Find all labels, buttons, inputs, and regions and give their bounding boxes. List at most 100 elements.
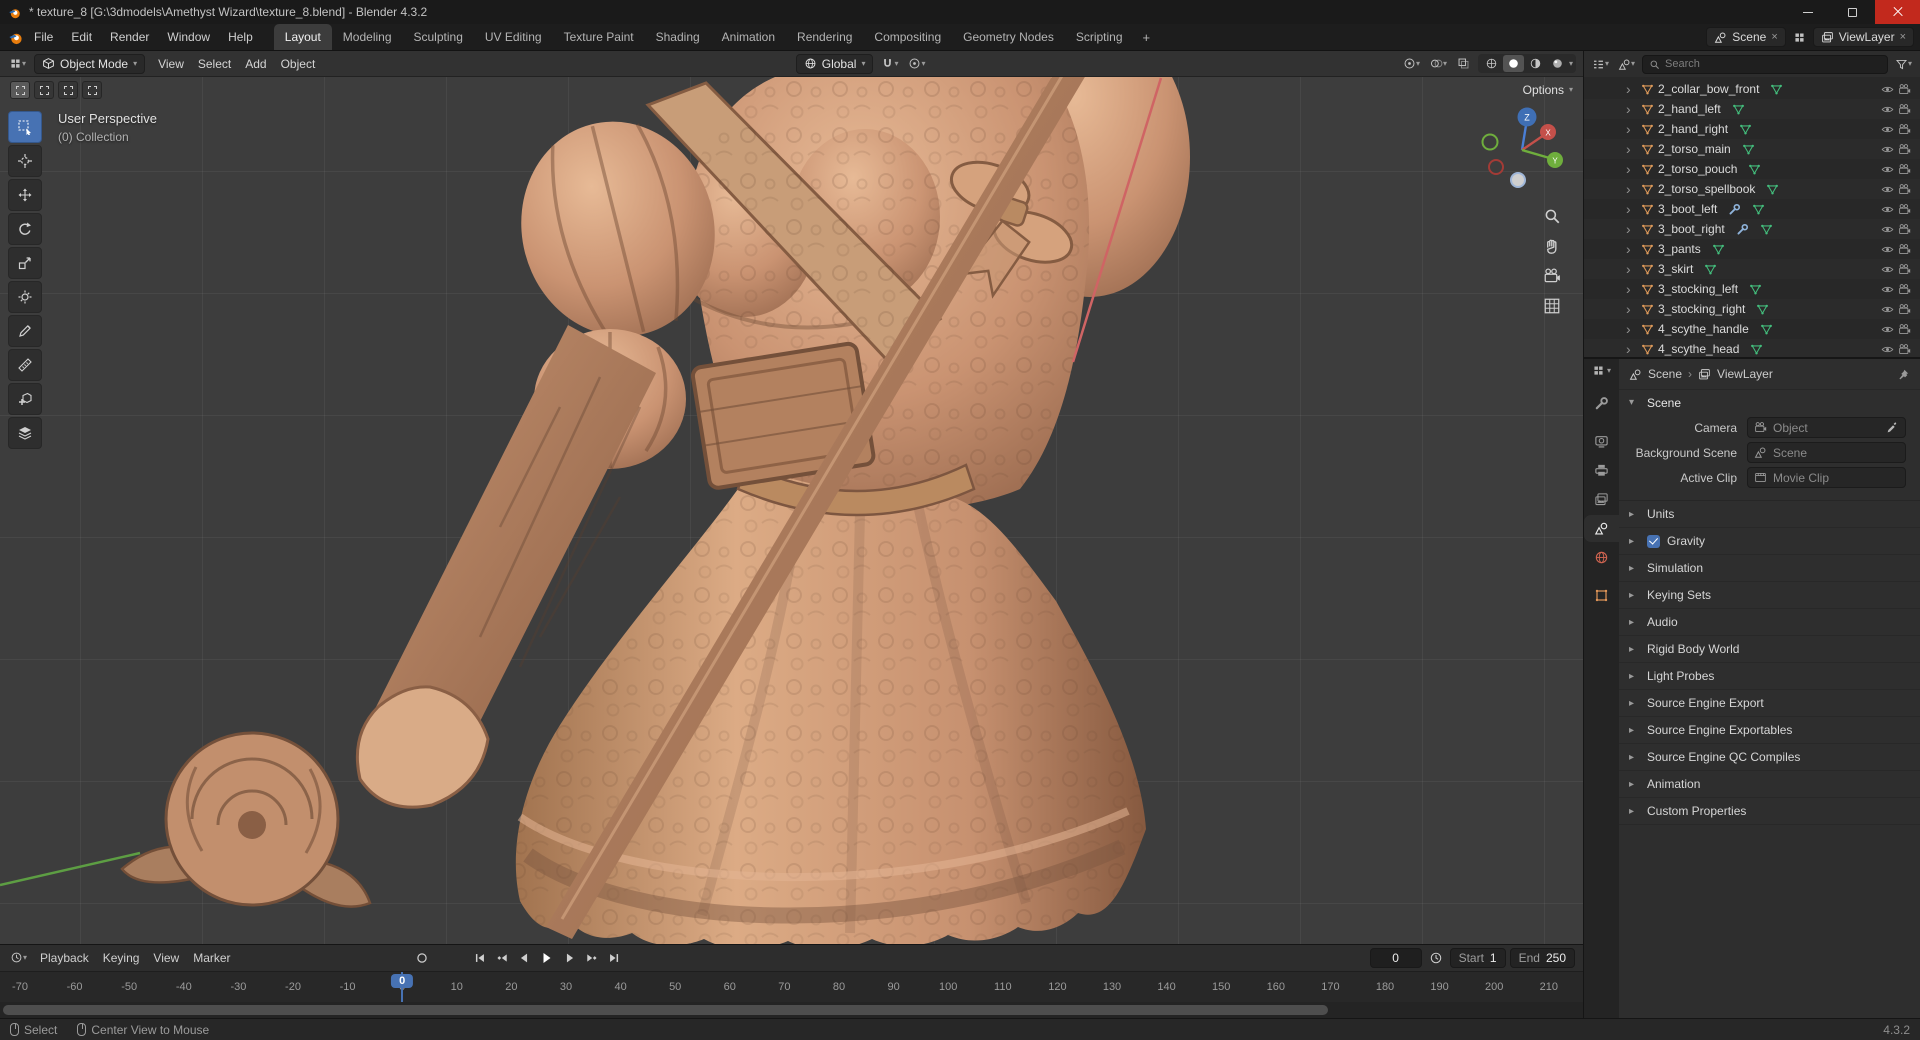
section-light-probes[interactable]: ▸ Light Probes xyxy=(1619,663,1920,690)
section-expand-icon[interactable]: ▸ xyxy=(1629,644,1640,655)
object-name[interactable]: 3_pants xyxy=(1658,242,1701,256)
disable-render-icon[interactable] xyxy=(1898,123,1911,136)
scene-selector[interactable]: Scene × xyxy=(1706,27,1785,47)
expand-chevron-icon[interactable]: › xyxy=(1626,122,1637,136)
unlink-scene-icon[interactable]: × xyxy=(1771,31,1777,43)
outliner-editor-type-icon[interactable]: ▾ xyxy=(1590,56,1611,73)
hide-eye-icon[interactable] xyxy=(1881,183,1894,196)
tool-move[interactable] xyxy=(8,179,42,211)
section-gravity[interactable]: ▸ Gravity xyxy=(1619,528,1920,555)
timeline-editor-type-icon[interactable]: ▾ xyxy=(8,949,29,966)
tool-measure[interactable] xyxy=(8,349,42,381)
remove-viewlayer-icon[interactable]: × xyxy=(1900,31,1906,43)
xray-toggle-icon[interactable] xyxy=(1455,55,1472,72)
timeline-ruler[interactable]: -70-60-50-40-30-20-100102030405060708090… xyxy=(0,971,1583,1002)
menu-edit[interactable]: Edit xyxy=(62,25,101,49)
tab-output[interactable] xyxy=(1584,457,1619,484)
workspace-tab-compositing[interactable]: Compositing xyxy=(863,24,952,50)
pan-hand-icon[interactable] xyxy=(1543,237,1561,255)
outliner-row[interactable]: › 3_skirt xyxy=(1584,259,1920,279)
expand-chevron-icon[interactable]: › xyxy=(1626,222,1637,236)
timeline-menu-marker[interactable]: Marker xyxy=(186,947,237,969)
viewport-menu-object[interactable]: Object xyxy=(274,53,323,75)
section-source-engine-export[interactable]: ▸ Source Engine Export xyxy=(1619,690,1920,717)
viewlayer-selector[interactable]: ViewLayer × xyxy=(1813,27,1914,47)
disable-render-icon[interactable] xyxy=(1898,343,1911,356)
menu-help[interactable]: Help xyxy=(219,25,262,49)
outliner-row[interactable]: › 2_hand_left xyxy=(1584,99,1920,119)
next-frame-button[interactable] xyxy=(560,948,580,968)
tab-tool[interactable] xyxy=(1584,390,1619,417)
disable-render-icon[interactable] xyxy=(1898,283,1911,296)
workspace-tab-sculpting[interactable]: Sculpting xyxy=(403,24,474,50)
shading-wireframe-button[interactable] xyxy=(1481,55,1502,72)
tab-object[interactable] xyxy=(1584,582,1619,609)
zoom-icon[interactable] xyxy=(1543,207,1561,225)
section-custom-properties[interactable]: ▸ Custom Properties xyxy=(1619,798,1920,825)
outliner-row[interactable]: › 2_collar_bow_front xyxy=(1584,79,1920,99)
expand-chevron-icon[interactable]: › xyxy=(1626,342,1637,356)
show-gizmo-icon[interactable]: ▾ xyxy=(1401,55,1422,72)
timeline-scrollbar-thumb[interactable] xyxy=(3,1005,1328,1015)
select-mode-new-button[interactable] xyxy=(10,81,30,99)
section-source-engine-exportables[interactable]: ▸ Source Engine Exportables xyxy=(1619,717,1920,744)
timeline-menu-view[interactable]: View xyxy=(146,947,186,969)
model-3d-sculpt[interactable] xyxy=(0,77,1583,944)
object-name[interactable]: 4_scythe_head xyxy=(1658,342,1739,356)
disable-render-icon[interactable] xyxy=(1898,103,1911,116)
object-name[interactable]: 2_torso_main xyxy=(1658,142,1731,156)
hide-eye-icon[interactable] xyxy=(1881,123,1894,136)
expand-chevron-icon[interactable]: › xyxy=(1626,102,1637,116)
hide-eye-icon[interactable] xyxy=(1881,323,1894,336)
section-expand-icon[interactable]: ▸ xyxy=(1629,752,1640,763)
object-name[interactable]: 3_stocking_left xyxy=(1658,282,1738,296)
auto-keying-icon[interactable] xyxy=(412,948,432,968)
menu-window[interactable]: Window xyxy=(158,25,219,49)
disable-render-icon[interactable] xyxy=(1898,263,1911,276)
section-keying-sets[interactable]: ▸ Keying Sets xyxy=(1619,582,1920,609)
pin-icon[interactable] xyxy=(1897,368,1910,381)
hide-eye-icon[interactable] xyxy=(1881,263,1894,276)
object-name[interactable]: 2_hand_right xyxy=(1658,122,1728,136)
workspace-tab-modeling[interactable]: Modeling xyxy=(332,24,403,50)
object-name[interactable]: 2_collar_bow_front xyxy=(1658,82,1759,96)
outliner-row[interactable]: › 4_scythe_handle xyxy=(1584,319,1920,339)
workspace-tab-texture-paint[interactable]: Texture Paint xyxy=(553,24,645,50)
section-expand-icon[interactable]: ▸ xyxy=(1629,671,1640,682)
object-name[interactable]: 3_stocking_right xyxy=(1658,302,1745,316)
outliner-display-mode-icon[interactable]: ▾ xyxy=(1616,56,1637,73)
workspace-tab-uv-editing[interactable]: UV Editing xyxy=(474,24,553,50)
object-name[interactable]: 2_torso_spellbook xyxy=(1658,182,1755,196)
workspace-tab-scripting[interactable]: Scripting xyxy=(1065,24,1134,50)
outliner-row[interactable]: › 3_stocking_right xyxy=(1584,299,1920,319)
outliner-search[interactable] xyxy=(1642,55,1888,74)
play-reverse-button[interactable] xyxy=(514,948,534,968)
section-audio[interactable]: ▸ Audio xyxy=(1619,609,1920,636)
eyedropper-icon[interactable] xyxy=(1886,421,1899,434)
expand-chevron-icon[interactable]: › xyxy=(1626,282,1637,296)
section-animation[interactable]: ▸ Animation xyxy=(1619,771,1920,798)
disable-render-icon[interactable] xyxy=(1898,183,1911,196)
expand-chevron-icon[interactable]: › xyxy=(1626,202,1637,216)
shading-solid-button[interactable] xyxy=(1503,55,1524,72)
jump-to-start-button[interactable] xyxy=(470,948,490,968)
hide-eye-icon[interactable] xyxy=(1881,163,1894,176)
section-expand-icon[interactable]: ▸ xyxy=(1629,536,1640,547)
tab-scene[interactable] xyxy=(1584,515,1619,542)
overlays-icon[interactable]: ▾ xyxy=(1428,55,1449,72)
blender-menu-icon[interactable] xyxy=(6,28,25,47)
section-source-engine-qc-compiles[interactable]: ▸ Source Engine QC Compiles xyxy=(1619,744,1920,771)
section-rigid-body-world[interactable]: ▸ Rigid Body World xyxy=(1619,636,1920,663)
object-name[interactable]: 3_boot_right xyxy=(1658,222,1725,236)
object-name[interactable]: 2_hand_left xyxy=(1658,102,1721,116)
expand-chevron-icon[interactable]: › xyxy=(1626,242,1637,256)
object-name[interactable]: 2_torso_pouch xyxy=(1658,162,1737,176)
viewport-3d[interactable]: Options▾ User Perspective (0) Collection xyxy=(0,77,1583,944)
tool-add-cube[interactable] xyxy=(8,383,42,415)
expand-chevron-icon[interactable]: › xyxy=(1626,262,1637,276)
jump-to-end-button[interactable] xyxy=(604,948,624,968)
menu-render[interactable]: Render xyxy=(101,25,158,49)
expand-chevron-icon[interactable]: › xyxy=(1626,82,1637,96)
section-expand-icon[interactable]: ▸ xyxy=(1629,725,1640,736)
shading-material-button[interactable] xyxy=(1525,55,1546,72)
